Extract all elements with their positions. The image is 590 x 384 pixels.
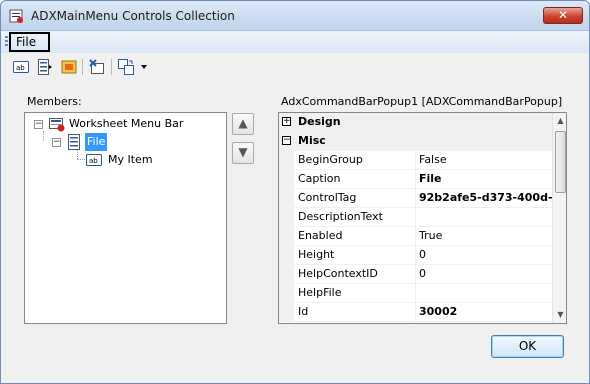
collapse-icon[interactable]: − (52, 138, 61, 147)
menu-file[interactable]: File (9, 32, 50, 52)
property-value[interactable]: False (419, 153, 553, 166)
property-row-helpfile[interactable]: HelpFile (279, 284, 553, 303)
property-value[interactable]: 30002 (419, 305, 553, 318)
property-name: Enabled (298, 229, 343, 242)
property-value[interactable]: 0 (419, 267, 553, 280)
property-name: ControlTag (298, 191, 357, 204)
members-label: Members: (27, 95, 82, 108)
property-row-helpcontextid[interactable]: HelpContextID 0 (279, 265, 553, 284)
property-name: Height (298, 248, 335, 261)
scrollbar-thumb[interactable] (555, 131, 566, 193)
property-name: HelpFile (298, 286, 342, 299)
members-tree[interactable]: − Worksheet Menu Bar − File ab My Item (24, 112, 227, 324)
category-label: Design (298, 115, 341, 128)
property-row-enabled[interactable]: Enabled True (279, 227, 553, 246)
property-name: BeginGroup (298, 153, 363, 166)
dropdown-arrow-icon[interactable] (141, 65, 147, 69)
property-row-controltag[interactable]: ControlTag 92b2afe5-d373-400d-9 (279, 189, 553, 208)
property-row-id[interactable]: Id 30002 (279, 303, 553, 322)
svg-text:ab: ab (16, 64, 25, 72)
property-value[interactable]: True (419, 229, 553, 242)
close-button[interactable]: ✕ (543, 7, 583, 24)
scroll-up-icon[interactable]: ▲ (553, 113, 566, 129)
svg-text:ab: ab (89, 157, 98, 165)
ok-button[interactable]: OK (491, 335, 564, 358)
menu-grip-icon (5, 36, 8, 48)
collapse-icon[interactable]: − (34, 120, 43, 129)
toolbar-separator (82, 59, 83, 75)
move-up-button[interactable]: ▲ (232, 113, 254, 135)
property-row-begingroup[interactable]: BeginGroup False (279, 151, 553, 170)
toolbar: ab (1, 53, 589, 81)
menu-list-icon[interactable] (37, 59, 53, 75)
menubar-icon (49, 118, 65, 132)
text-edit-icon[interactable]: ab (13, 59, 29, 75)
tree-item-my-item[interactable]: ab My Item (25, 151, 225, 169)
property-name: Caption (298, 172, 341, 185)
property-grid-title: AdxCommandBarPopup1 [ADXCommandBarPopup] (281, 95, 563, 108)
folder-icon[interactable] (61, 59, 77, 75)
property-row-caption[interactable]: Caption File (279, 170, 553, 189)
collapse-icon[interactable]: − (282, 136, 291, 145)
move-down-button[interactable]: ▼ (232, 142, 254, 164)
tree-item-label: Worksheet Menu Bar (69, 117, 184, 130)
dialog-window: ADXMainMenu Controls Collection ✕ File a… (0, 0, 590, 384)
tree-item-worksheet-menu-bar[interactable]: − Worksheet Menu Bar (25, 115, 225, 133)
menu-bar: File (1, 31, 589, 53)
popup-icon (68, 134, 80, 150)
category-label: Misc (298, 134, 326, 147)
title-bar: ADXMainMenu Controls Collection ✕ (1, 1, 589, 31)
property-value[interactable]: 0 (419, 248, 553, 261)
toolbar-separator (111, 59, 112, 75)
category-design[interactable]: + Design (279, 113, 553, 132)
refresh-icon[interactable] (118, 59, 134, 75)
property-grid[interactable]: + Design − Misc BeginGroup False Caption… (278, 112, 567, 324)
property-name: HelpContextID (298, 267, 378, 280)
tree-item-label: File (85, 133, 108, 151)
category-misc[interactable]: − Misc (279, 132, 553, 151)
property-value[interactable]: File (419, 172, 553, 185)
property-row-descriptiontext[interactable]: DescriptionText (279, 208, 553, 227)
app-icon (9, 9, 23, 23)
property-row-height[interactable]: Height 0 (279, 246, 553, 265)
button-icon: ab (86, 154, 102, 166)
tree-item-label: My Item (108, 153, 153, 166)
scroll-down-icon[interactable]: ▼ (553, 307, 566, 323)
expand-icon[interactable]: + (282, 117, 291, 126)
delete-icon[interactable] (89, 59, 105, 75)
property-value[interactable]: 92b2afe5-d373-400d-9 (419, 191, 553, 204)
property-grid-scrollbar[interactable]: ▲ ▼ (552, 113, 566, 323)
tree-item-file[interactable]: − File (25, 133, 225, 151)
property-name: Id (298, 305, 309, 318)
property-name: DescriptionText (298, 210, 383, 223)
window-title: ADXMainMenu Controls Collection (31, 9, 235, 23)
